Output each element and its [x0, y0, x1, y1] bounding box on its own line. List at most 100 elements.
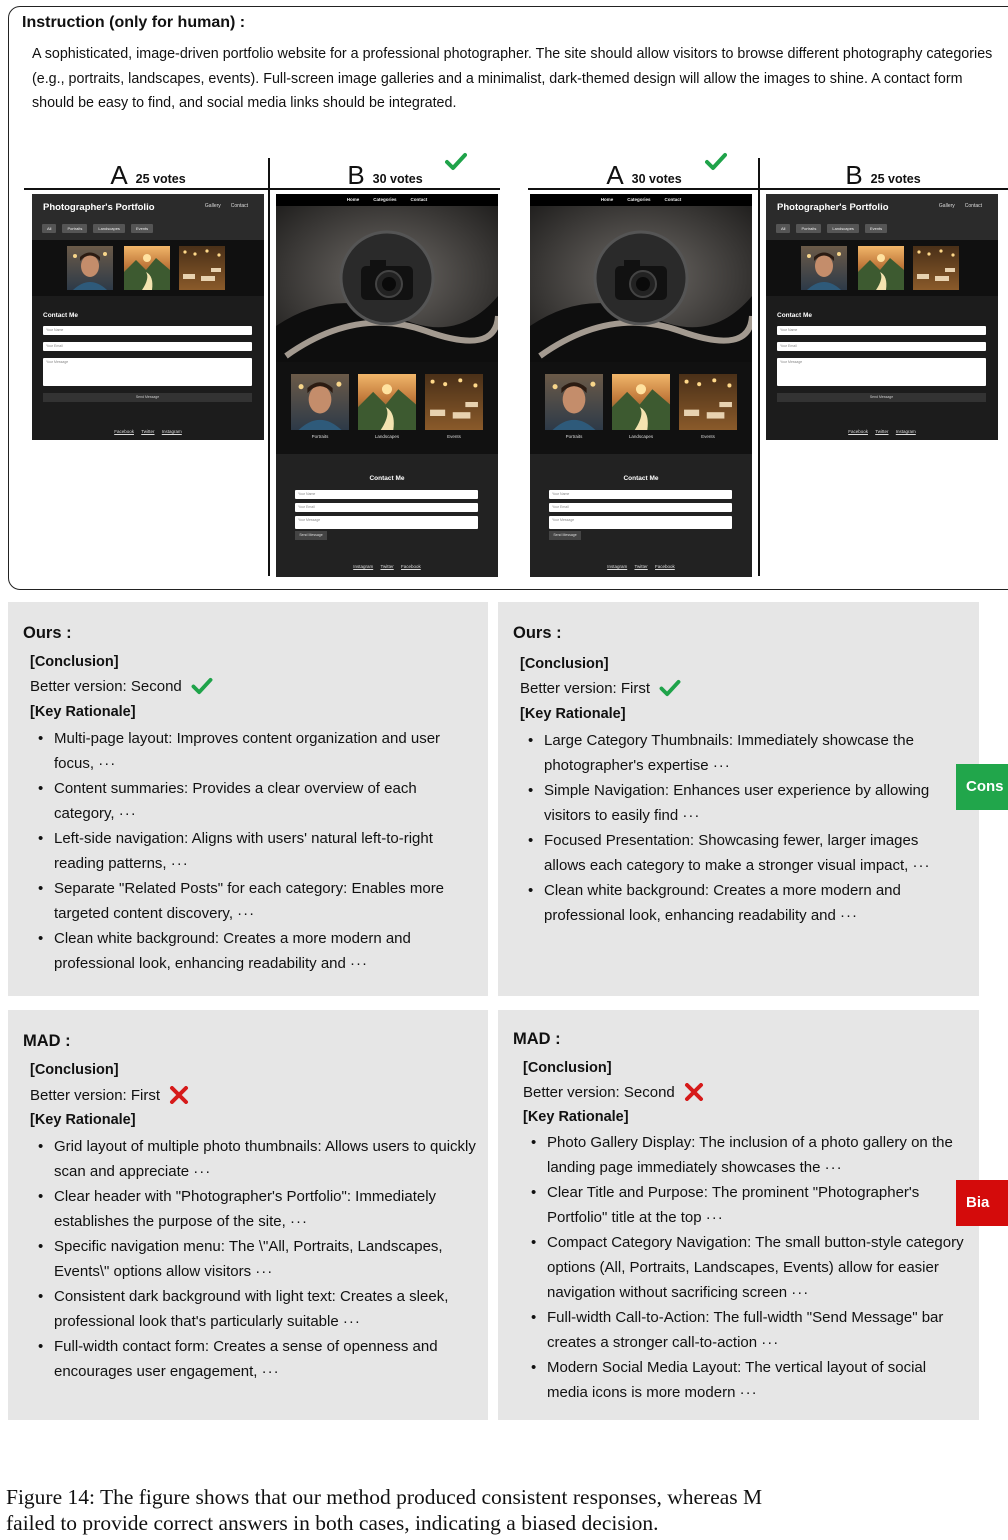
conclusion-label: [Conclusion] — [520, 656, 609, 672]
divider — [268, 158, 270, 576]
landscape-photo — [358, 374, 416, 430]
screenshot-tall-version-case2: Home Categories Contact Portraits Landsc… — [530, 194, 752, 577]
rationale-list: Photo Gallery Display: The inclusion of … — [523, 1130, 969, 1405]
box-heading: Ours : — [513, 624, 562, 642]
nav-categories: Categories — [373, 197, 397, 202]
vote-letter: A — [606, 160, 624, 190]
message-field: Your Message — [295, 516, 478, 529]
cross-icon — [170, 1086, 189, 1104]
name-field: Your Name — [777, 326, 986, 335]
list-item: Full-width Call-to-Action: The full-widt… — [523, 1305, 969, 1355]
list-item: Specific navigation menu: The \"All, Por… — [30, 1234, 478, 1284]
ours-analysis-case2: Ours : [Conclusion] Better version: Firs… — [498, 602, 979, 996]
verdict-text: Better version: Second — [523, 1083, 675, 1101]
vote-count: 25 votes — [870, 172, 921, 186]
ours-analysis-case1: Ours : [Conclusion] Better version: Seco… — [8, 602, 488, 996]
vote-letter: B — [845, 160, 863, 190]
rationale-label: [Key Rationale] — [520, 706, 626, 722]
name-field: Your Name — [295, 490, 478, 499]
list-item: Separate "Related Posts" for each catego… — [30, 876, 478, 926]
send-message-button: Send Message — [43, 393, 252, 402]
site-header — [32, 194, 264, 240]
list-item: Full-width contact form: Creates a sense… — [30, 1334, 478, 1384]
message-field: Your Message — [777, 358, 986, 386]
email-field: Your Email — [549, 503, 732, 512]
category-gallery: Portraits Landscapes Events — [530, 362, 752, 454]
message-field: Your Message — [549, 516, 732, 529]
verdict: Better version: First — [520, 679, 681, 698]
biased-tag-label: Bia — [966, 1194, 990, 1211]
list-item: Clear Title and Purpose: The prominent "… — [523, 1180, 969, 1230]
email-field: Your Email — [43, 342, 252, 351]
caption-portraits: Portraits — [565, 434, 583, 439]
link-facebook: Facebook — [655, 564, 675, 569]
site-nav: Gallery Contact — [939, 203, 982, 209]
box-heading: Ours : — [23, 624, 72, 642]
landscape-photo — [124, 246, 170, 290]
nav-contact: Contact — [410, 197, 428, 202]
link-instagram: Instagram — [353, 564, 374, 569]
site-header — [766, 194, 998, 240]
list-item: Left-side navigation: Aligns with users'… — [30, 826, 478, 876]
site-title: Photographer's Portfolio — [43, 202, 155, 213]
list-item: Large Category Thumbnails: Immediately s… — [520, 728, 962, 778]
contact-title: Contact Me — [623, 475, 659, 482]
filter-portraits: Portraits — [62, 224, 88, 233]
nav-home: Home — [346, 197, 360, 202]
vote-header-case2-right: B 25 votes — [762, 156, 1004, 188]
filter-events: Events — [864, 224, 888, 233]
list-item: Simple Navigation: Enhances user experie… — [520, 778, 962, 828]
conclusion-label: [Conclusion] — [30, 654, 119, 670]
link-instagram: Instagram — [607, 564, 628, 569]
nav-gallery: Gallery — [204, 203, 221, 209]
caption-landscapes: Landscapes — [374, 434, 400, 439]
rationale-label: [Key Rationale] — [30, 1112, 136, 1128]
divider — [24, 188, 500, 190]
link-twitter: Twitter — [634, 564, 648, 569]
link-twitter: Twitter — [380, 564, 394, 569]
nav-contact: Contact — [964, 203, 982, 209]
event-photo — [913, 246, 959, 290]
link-twitter: Twitter — [875, 429, 889, 434]
link-facebook: Facebook — [114, 429, 134, 434]
portrait-photo — [67, 246, 113, 290]
filter-all: All — [776, 224, 791, 233]
divider — [528, 188, 1008, 190]
instruction-title: Instruction (only for human) : — [22, 14, 246, 31]
caption-events: Events — [701, 434, 715, 439]
verdict-text: Better version: First — [520, 680, 651, 697]
vote-letter: A — [110, 160, 128, 190]
filter-all: All — [42, 224, 57, 233]
nav-gallery: Gallery — [938, 203, 955, 209]
photo-gallery — [766, 240, 998, 296]
social-links: Instagram Twitter Facebook — [276, 564, 498, 569]
screenshot-tall-version-case1: Home Categories Contact Portraits Landsc… — [276, 194, 498, 577]
site-nav: Home Categories Contact — [530, 194, 752, 206]
contact-title: Contact Me — [777, 312, 813, 319]
screenshot-short-version-case1: Photographer's Portfolio Gallery Contact… — [32, 194, 264, 440]
vote-count: 30 votes — [631, 172, 682, 186]
caption-events: Events — [447, 434, 461, 439]
check-icon — [445, 153, 467, 170]
social-links: Instagram Twitter Facebook — [530, 564, 752, 569]
filter-landscapes: Landscapes — [827, 224, 859, 233]
caption-portraits: Portraits — [311, 434, 329, 439]
divider — [758, 158, 760, 576]
photo-gallery — [32, 240, 264, 296]
vote-count: 25 votes — [135, 172, 186, 186]
landscape-photo — [858, 246, 904, 290]
list-item: Modern Social Media Layout: The vertical… — [523, 1355, 969, 1405]
name-field: Your Name — [549, 490, 732, 499]
verdict-text: Better version: First — [30, 1086, 161, 1104]
list-item: Clean white background: Creates a more m… — [520, 878, 962, 928]
rationale-list: Multi-page layout: Improves content orga… — [30, 726, 478, 976]
portrait-photo — [545, 374, 603, 430]
event-photo — [179, 246, 225, 290]
cross-icon — [684, 1083, 703, 1101]
vote-letter: B — [347, 160, 365, 190]
list-item: Photo Gallery Display: The inclusion of … — [523, 1130, 969, 1180]
list-item: Clear header with "Photographer's Portfo… — [30, 1184, 478, 1234]
link-facebook: Facebook — [401, 564, 421, 569]
screenshot-short-version-case2: Photographer's Portfolio Gallery Contact… — [766, 194, 998, 440]
portrait-photo — [291, 374, 349, 430]
